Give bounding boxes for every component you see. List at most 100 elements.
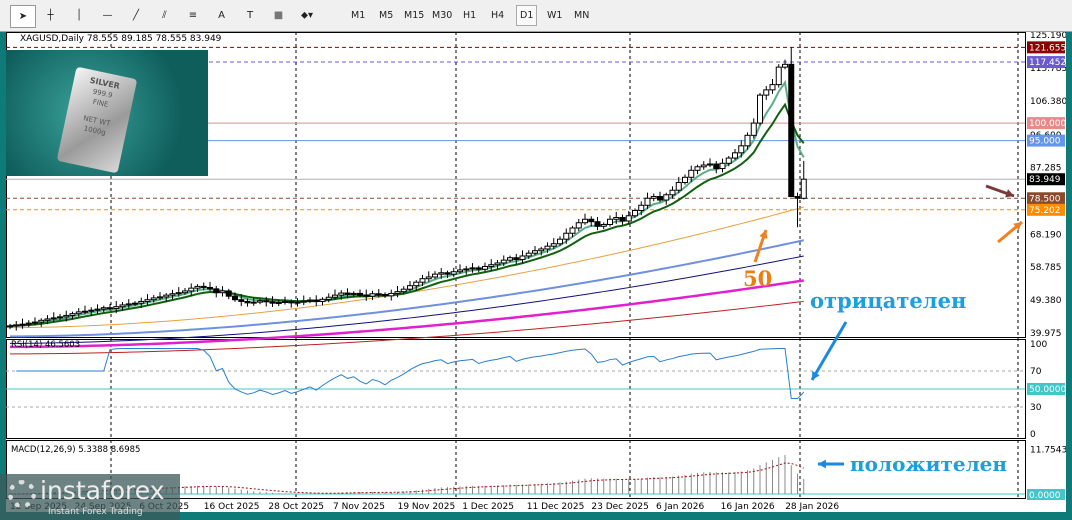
candle-body xyxy=(19,323,26,326)
candle-body xyxy=(519,255,526,260)
candle-body xyxy=(269,301,276,304)
silver-bar: SILVER 999.9 FINE NET WT 1000g xyxy=(56,66,138,174)
time-label: 28 Jan 2026 xyxy=(785,502,839,512)
trendline-tool-icon[interactable]: ╱ xyxy=(124,5,148,26)
candle-body xyxy=(513,257,520,260)
ma-100-line xyxy=(9,239,804,338)
candle-body xyxy=(288,300,295,304)
time-label: 11 Dec 2025 xyxy=(527,502,585,512)
candle-body xyxy=(413,281,420,287)
candle-body xyxy=(207,286,213,290)
candle-body xyxy=(625,215,632,222)
candle-body xyxy=(500,259,507,264)
candle-body xyxy=(675,182,682,191)
arrows-tool-icon[interactable]: ⬥▾ xyxy=(295,5,319,26)
rectangle-tool-icon[interactable]: ■ xyxy=(267,5,291,26)
candle-body xyxy=(407,285,413,290)
candle-body xyxy=(682,176,688,184)
candle-body xyxy=(69,313,76,316)
candle-body xyxy=(188,287,195,292)
candle-body xyxy=(182,290,188,294)
rsi-tick: 100 xyxy=(1030,340,1047,350)
candle-body xyxy=(532,250,538,254)
candle-body xyxy=(719,162,726,170)
candle-body xyxy=(169,293,176,296)
logo-image: SILVER 999.9 FINE NET WT 1000g xyxy=(6,50,208,176)
toolbar: ➤ ┼ │ — ╱ ⫽ ≡ A T ■ ⬥▾ M1 M5 M15 M30 H1 H4 D1 W1 MN xyxy=(0,0,1072,32)
candle-body xyxy=(232,295,238,301)
candle-body xyxy=(450,271,457,275)
candle-body xyxy=(744,134,751,147)
time-label: 1 Dec 2025 xyxy=(462,502,514,512)
vertical-line-tool-icon[interactable]: │ xyxy=(67,5,91,26)
candle-body xyxy=(50,317,57,320)
candle-body xyxy=(382,293,388,297)
level-label: 121.655 xyxy=(1029,43,1066,53)
rsi-title: RSI(14) 46.5603 xyxy=(11,340,81,350)
candle-body xyxy=(600,224,607,227)
candle-body xyxy=(482,265,488,270)
equidistant-channel-tool-icon[interactable]: ⫽ xyxy=(153,5,177,26)
candle-body xyxy=(175,292,182,295)
rsi-level-label: 50.0000 xyxy=(1029,385,1066,395)
candle-body xyxy=(732,152,738,159)
candle-body xyxy=(107,307,113,310)
candle-body xyxy=(544,245,551,250)
candle-body xyxy=(388,292,395,297)
candle-body xyxy=(75,311,82,315)
candle-body xyxy=(319,298,326,302)
chart-title: XAGUSD,Daily 78.555 89.185 78.555 83.949 xyxy=(20,34,222,44)
candle-body xyxy=(757,94,763,124)
candle-body xyxy=(463,268,470,271)
candle-body xyxy=(44,318,51,321)
cursor-tool-icon[interactable]: ➤ xyxy=(10,5,36,28)
chart-window[interactable]: 125.190115.785106.38096.60087.28568.1905… xyxy=(0,32,1066,520)
price-tick: 39.975 xyxy=(1030,329,1062,339)
timeframe-M30[interactable]: M30 xyxy=(429,5,455,26)
candle-body xyxy=(438,272,445,275)
candle-body xyxy=(525,252,532,257)
candle-body xyxy=(325,296,332,300)
timeframe-M5[interactable]: M5 xyxy=(376,5,396,26)
text-label-tool-icon[interactable]: T xyxy=(238,5,262,26)
candle-body xyxy=(363,294,370,297)
candle-body xyxy=(794,196,801,199)
candle-body xyxy=(775,66,782,86)
time-label: 7 Nov 2025 xyxy=(333,502,385,512)
candle-body xyxy=(194,285,201,289)
candle-body xyxy=(94,308,101,311)
price-tick: 68.190 xyxy=(1030,230,1062,240)
candle-body xyxy=(707,163,713,166)
timeframe-D1[interactable]: D1 xyxy=(516,5,538,26)
time-label: 6 Jan 2026 xyxy=(656,502,704,512)
candle-body xyxy=(469,267,476,270)
price-tick: 125.190 xyxy=(1030,32,1066,41)
candle-body xyxy=(113,306,120,309)
timeframe-H4[interactable]: H4 xyxy=(488,5,507,26)
candle-body xyxy=(394,291,401,294)
time-label: 16 Jan 2026 xyxy=(721,502,775,512)
fibonacci-tool-icon[interactable]: ≡ xyxy=(181,5,205,26)
candle-body xyxy=(219,290,226,294)
candle-body xyxy=(275,301,282,304)
timeframe-M15[interactable]: M15 xyxy=(401,5,427,26)
candle-body xyxy=(507,257,513,261)
candle-body xyxy=(13,324,20,327)
candle-body xyxy=(332,294,338,298)
text-tool-icon[interactable]: A xyxy=(210,5,234,26)
timeframe-W1[interactable]: W1 xyxy=(544,5,565,26)
candle-body xyxy=(569,227,576,234)
timeframe-M1[interactable]: M1 xyxy=(348,5,368,26)
timeframe-MN[interactable]: MN xyxy=(571,5,592,26)
brand-tagline: Instant Forex Trading xyxy=(48,507,143,517)
crosshair-tool-icon[interactable]: ┼ xyxy=(39,5,63,26)
candle-body xyxy=(782,63,788,68)
timeframe-H1[interactable]: H1 xyxy=(460,5,479,26)
level-label: 95.000 xyxy=(1029,137,1061,147)
horizontal-line-tool-icon[interactable]: — xyxy=(96,5,120,26)
candle-body xyxy=(688,169,695,178)
candle-body xyxy=(225,290,232,297)
candle-body xyxy=(213,288,220,294)
candle-body xyxy=(125,303,132,306)
candle-body xyxy=(725,157,732,164)
